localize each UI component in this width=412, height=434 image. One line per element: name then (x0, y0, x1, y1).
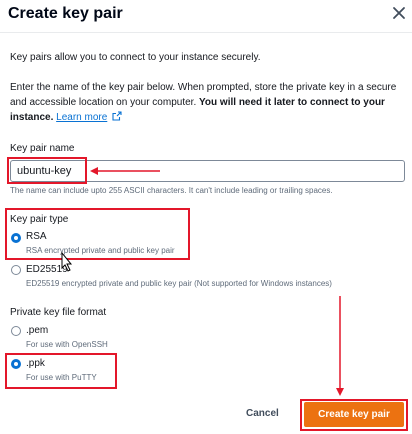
key-name-input[interactable] (10, 160, 405, 182)
ed25519-description: ED25519 encrypted private and public key… (26, 279, 332, 288)
ppk-label[interactable]: .ppk (26, 358, 45, 369)
create-key-pair-dialog: Create key pair Key pairs allow you to c… (0, 0, 412, 434)
ed25519-label[interactable]: ED25519 (26, 264, 68, 275)
dialog-title: Create key pair (8, 5, 123, 22)
learn-more-link[interactable]: Learn more (56, 112, 107, 123)
radio-ppk[interactable] (11, 359, 21, 369)
create-key-pair-button[interactable]: Create key pair (304, 402, 404, 427)
rsa-label[interactable]: RSA (26, 231, 47, 242)
ppk-description: For use with PuTTY (26, 373, 97, 382)
close-icon[interactable] (390, 4, 408, 22)
key-type-label: Key pair type (10, 214, 69, 225)
rsa-description: RSA encrypted private and public key pai… (26, 246, 175, 255)
pem-description: For use with OpenSSH (26, 340, 108, 349)
arrow-down-icon (336, 296, 344, 396)
instruction-text: Enter the name of the key pair below. Wh… (10, 80, 402, 125)
pem-label[interactable]: .pem (26, 325, 48, 336)
cancel-button[interactable]: Cancel (246, 408, 279, 419)
external-link-icon[interactable] (112, 111, 122, 121)
intro-text: Key pairs allow you to connect to your i… (10, 52, 261, 63)
radio-ed25519[interactable] (11, 265, 21, 275)
file-format-label: Private key file format (10, 307, 107, 318)
dialog-header: Create key pair (0, 0, 412, 33)
radio-pem[interactable] (11, 326, 21, 336)
key-name-hint: The name can include upto 255 ASCII char… (10, 186, 333, 195)
radio-rsa[interactable] (11, 233, 21, 243)
highlight-ppk (5, 353, 117, 389)
key-name-label: Key pair name (10, 143, 75, 154)
